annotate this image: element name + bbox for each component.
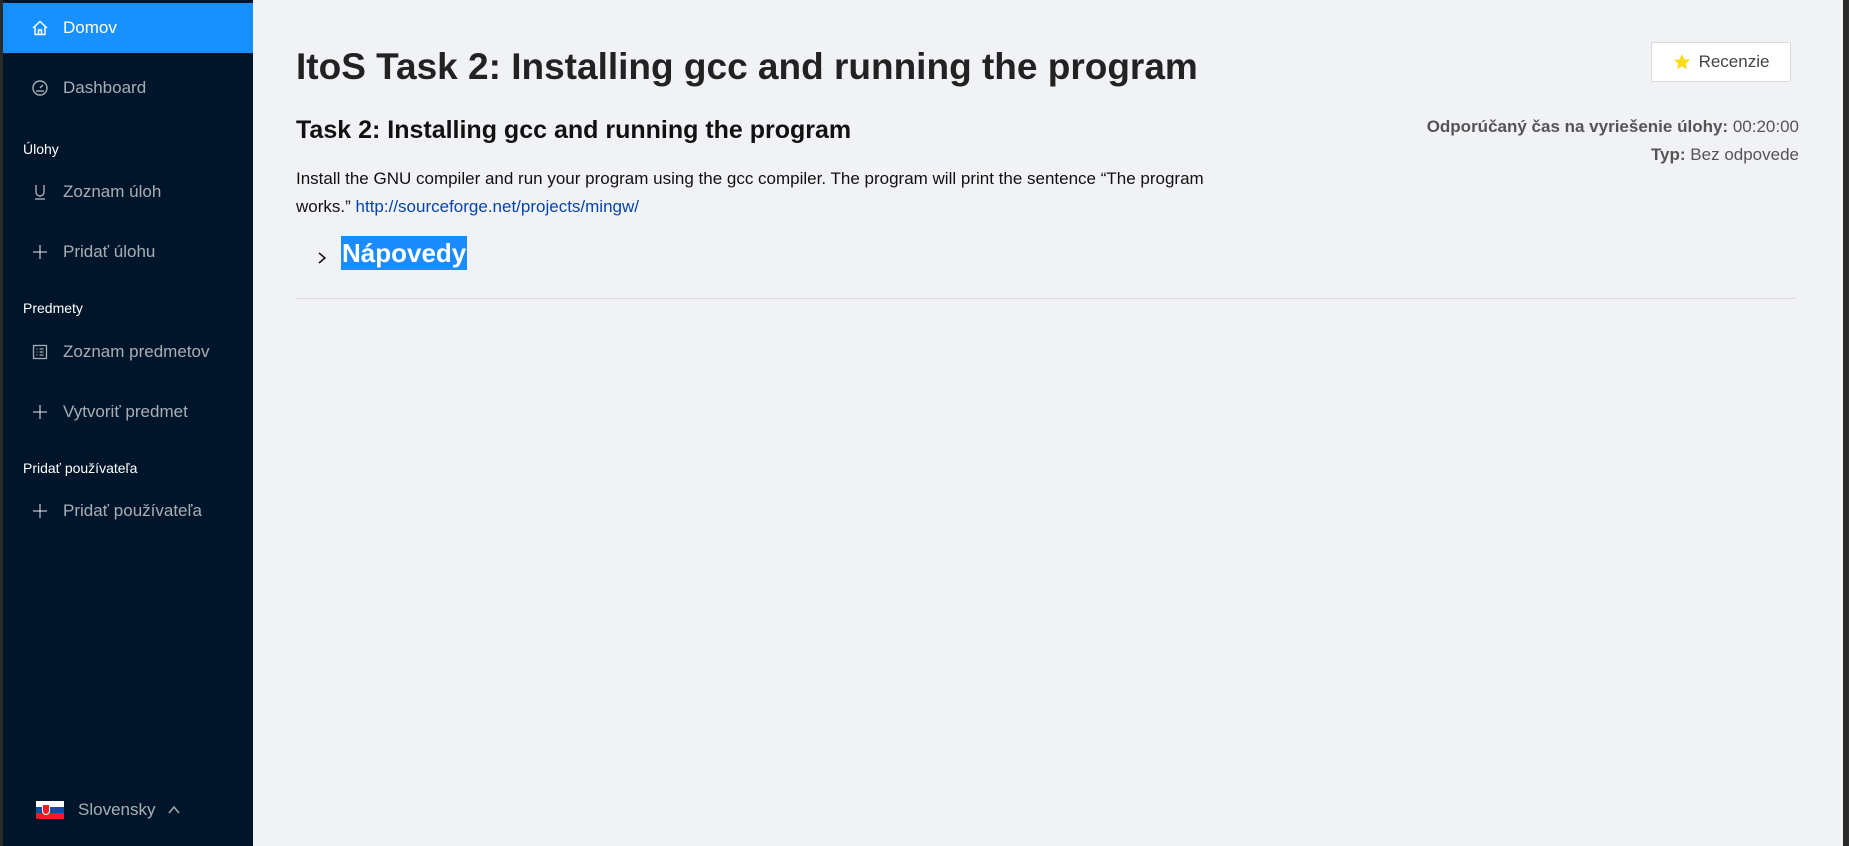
sidebar-item-label: Pridať úlohu	[63, 242, 156, 261]
slovak-flag-icon	[36, 801, 64, 819]
star-icon	[1673, 54, 1690, 70]
time-value: 00:20:00	[1732, 117, 1799, 136]
group-title-ulohy: Úlohy	[23, 141, 59, 157]
time-row: Odporúčaný čas na vyriešenie úlohy: 00:2…	[1427, 113, 1799, 141]
type-label: Typ:	[1650, 145, 1686, 164]
type-value: Bez odpovede	[1690, 145, 1799, 164]
main-content: ItoS Task 2: Installing gcc and running …	[253, 0, 1849, 846]
sidebar-item-zoznam-uloh[interactable]: Zoznam úloh	[3, 167, 253, 217]
task-title: Task 2: Installing gcc and running the p…	[296, 116, 852, 144]
language-selector[interactable]: Slovensky	[36, 800, 181, 820]
plus-icon	[31, 403, 49, 421]
hints-collapse[interactable]: Nápovedy	[315, 236, 468, 270]
sidebar-item-label: Domov	[63, 18, 117, 37]
sidebar-item-label: Pridať používateľa	[63, 501, 202, 520]
group-title-predmety: Predmety	[23, 300, 83, 316]
task-description: Install the GNU compiler and run your pr…	[296, 165, 1256, 221]
home-icon	[31, 19, 49, 37]
dashboard-icon	[31, 79, 49, 97]
sidebar-item-dashboard[interactable]: Dashboard	[3, 63, 253, 113]
chevron-up-icon	[168, 805, 181, 814]
sidebar-item-label: Zoznam predmetov	[63, 342, 210, 361]
sidebar-item-vytvorit-predmet[interactable]: Vytvoriť predmet	[3, 387, 253, 437]
chevron-right-icon	[318, 252, 327, 264]
sidebar-item-label: Dashboard	[63, 78, 147, 97]
page-title: ItoS Task 2: Installing gcc and running …	[296, 46, 1198, 87]
group-title-pridat-pouzivatela: Pridať používateľa	[23, 460, 138, 476]
sidebar: Domov Dashboard Úlohy Zoznam úloh Pridať…	[0, 0, 253, 846]
sidebar-item-zoznam-predmetov[interactable]: Zoznam predmetov	[3, 327, 253, 377]
time-label: Odporúčaný čas na vyriešenie úlohy:	[1426, 117, 1729, 136]
plus-icon	[31, 502, 49, 520]
hints-label: Nápovedy	[341, 236, 468, 270]
window-edge	[1843, 0, 1849, 846]
sidebar-item-pridat-ulohu[interactable]: Pridať úlohu	[3, 227, 253, 277]
sidebar-item-label: Zoznam úloh	[63, 182, 162, 201]
type-row: Typ: Bez odpovede	[1427, 141, 1799, 169]
sidebar-item-domov[interactable]: Domov	[3, 3, 253, 53]
task-meta: Odporúčaný čas na vyriešenie úlohy: 00:2…	[1427, 113, 1799, 169]
review-button-label: Recenzie	[1698, 52, 1770, 71]
review-button[interactable]: Recenzie	[1651, 42, 1791, 82]
sidebar-item-label: Vytvoriť predmet	[63, 402, 188, 421]
mingw-link[interactable]: http://sourceforge.net/projects/mingw/	[356, 197, 639, 216]
underline-icon	[31, 183, 49, 201]
list-icon	[31, 343, 49, 361]
sidebar-item-pridat-pouzivatela[interactable]: Pridať používateľa	[3, 486, 253, 536]
divider	[296, 298, 1796, 299]
plus-icon	[31, 243, 49, 261]
language-label: Slovensky	[78, 800, 156, 819]
